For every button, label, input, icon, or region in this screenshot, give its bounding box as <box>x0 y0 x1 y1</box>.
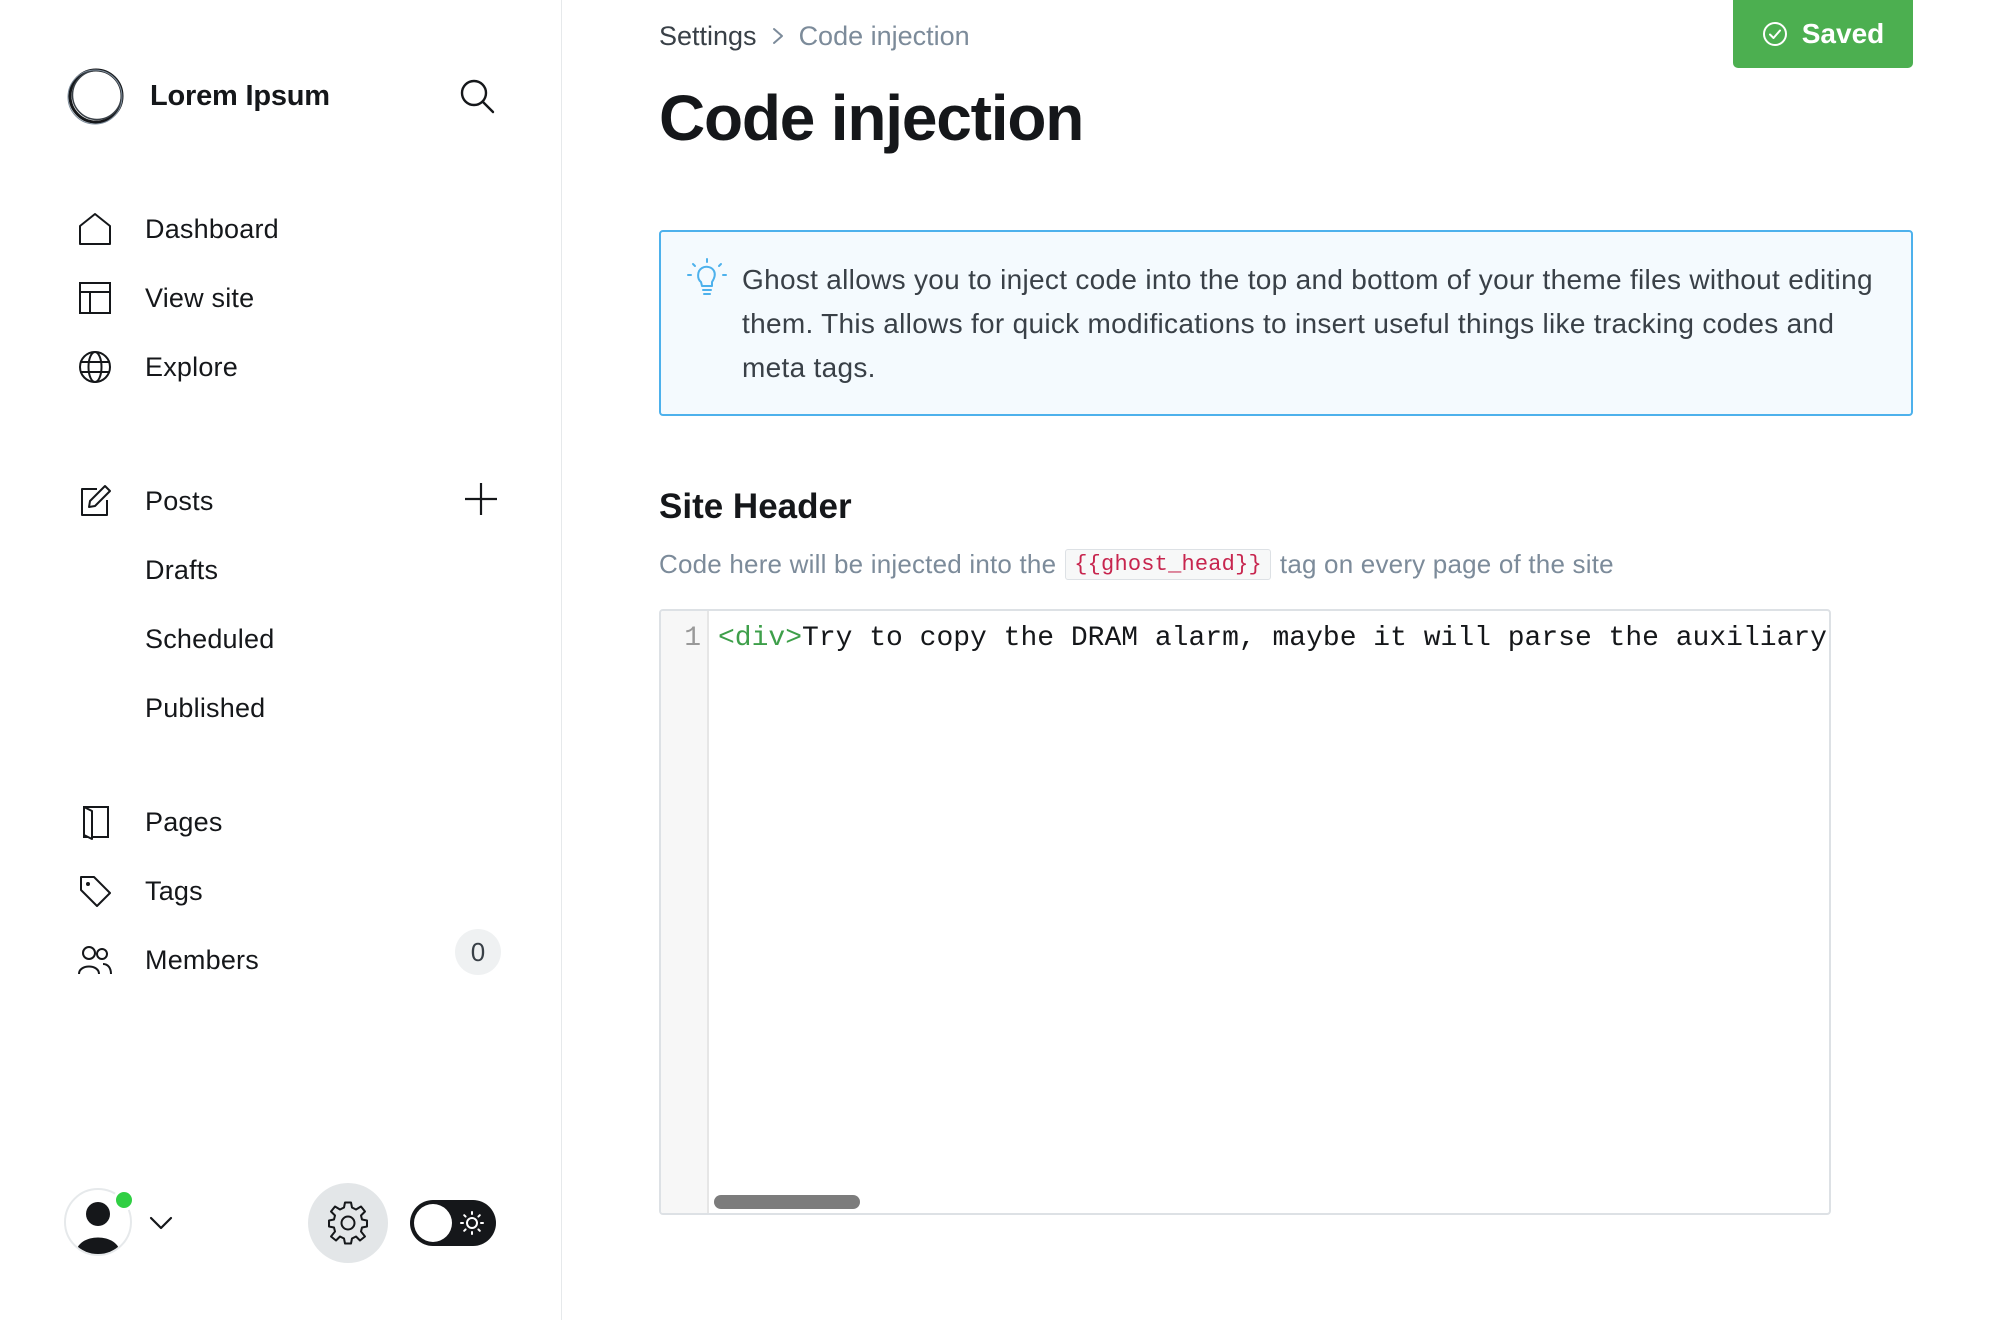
globe-icon <box>76 348 114 386</box>
save-button-label: Saved <box>1801 18 1885 49</box>
nav-view-site[interactable]: View site <box>76 273 506 323</box>
nav-posts[interactable]: Posts <box>76 476 446 526</box>
breadcrumb: Settings Code injection <box>659 16 970 56</box>
nav-dashboard[interactable]: Dashboard <box>76 204 506 254</box>
theme-toggle-knob <box>414 1204 452 1242</box>
edit-icon <box>76 482 114 520</box>
plus-icon <box>465 483 497 515</box>
nav-members[interactable]: Members <box>76 935 506 985</box>
horizontal-scrollbar[interactable] <box>714 1195 860 1209</box>
nav-scheduled[interactable]: Scheduled <box>145 614 274 664</box>
layout-icon <box>76 279 114 317</box>
search-button[interactable] <box>454 73 500 119</box>
chevron-right-icon <box>771 26 785 46</box>
info-text: Ghost allows you to inject code into the… <box>742 264 1873 383</box>
nav-dashboard-label: Dashboard <box>145 213 279 244</box>
new-post-button[interactable] <box>458 476 504 522</box>
editor-gutter: 1 <box>661 611 709 1213</box>
code-text: Try to copy the DRAM alarm, maybe it wil… <box>802 623 1826 654</box>
nav-pages-label: Pages <box>145 806 223 837</box>
members-icon <box>76 941 114 979</box>
code-line[interactable]: <div>Try to copy the DRAM alarm, maybe i… <box>718 623 1826 654</box>
check-circle-icon <box>1762 21 1788 47</box>
site-header-description: Code here will be injected into the {{gh… <box>659 544 1614 584</box>
site-header-desc-before: Code here will be injected into the <box>659 548 1057 579</box>
line-number: 1 <box>684 623 701 654</box>
gear-icon <box>328 1201 368 1245</box>
theme-toggle[interactable] <box>410 1200 496 1246</box>
nav-pages[interactable]: Pages <box>76 797 506 847</box>
chevron-down-icon <box>149 1216 173 1230</box>
brand[interactable]: Lorem Ipsum <box>66 66 330 126</box>
site-header-code-editor[interactable]: 1 <div>Try to copy the DRAM alarm, maybe… <box>659 609 1831 1215</box>
nav-explore[interactable]: Explore <box>76 342 506 392</box>
info-callout: Ghost allows you to inject code into the… <box>659 230 1913 416</box>
lightbulb-icon <box>687 258 727 295</box>
nav-members-label: Members <box>145 944 259 975</box>
sun-icon <box>460 1211 484 1235</box>
page-icon <box>76 803 114 841</box>
code-open-tag: <div> <box>718 623 803 654</box>
nav-view-site-label: View site <box>145 282 255 313</box>
sidebar: Lorem Ipsum Dashboard View site Explore … <box>0 0 562 1320</box>
nav-explore-label: Explore <box>145 351 238 382</box>
user-menu-toggle[interactable] <box>146 1208 176 1238</box>
nav-tags[interactable]: Tags <box>76 866 506 916</box>
save-button[interactable]: Saved <box>1733 0 1913 68</box>
members-count-badge: 0 <box>455 929 501 975</box>
logo-icon <box>67 68 124 125</box>
nav-posts-label: Posts <box>145 485 214 516</box>
brand-name: Lorem Ipsum <box>150 79 330 112</box>
nav-tags-label: Tags <box>145 875 203 906</box>
page-title: Code injection <box>659 82 1084 154</box>
home-icon <box>76 210 114 248</box>
search-icon <box>460 79 495 114</box>
nav-published[interactable]: Published <box>145 683 265 733</box>
ghost-head-code: {{ghost_head}} <box>1065 548 1271 580</box>
tag-icon <box>76 872 114 910</box>
breadcrumb-current: Code injection <box>798 20 970 51</box>
nav-drafts[interactable]: Drafts <box>145 545 218 595</box>
online-status-dot <box>113 1189 135 1211</box>
settings-button[interactable] <box>308 1183 388 1263</box>
breadcrumb-settings-link[interactable]: Settings <box>659 21 757 52</box>
site-header-desc-after: tag on every page of the site <box>1279 548 1614 579</box>
site-header-title: Site Header <box>659 487 852 526</box>
